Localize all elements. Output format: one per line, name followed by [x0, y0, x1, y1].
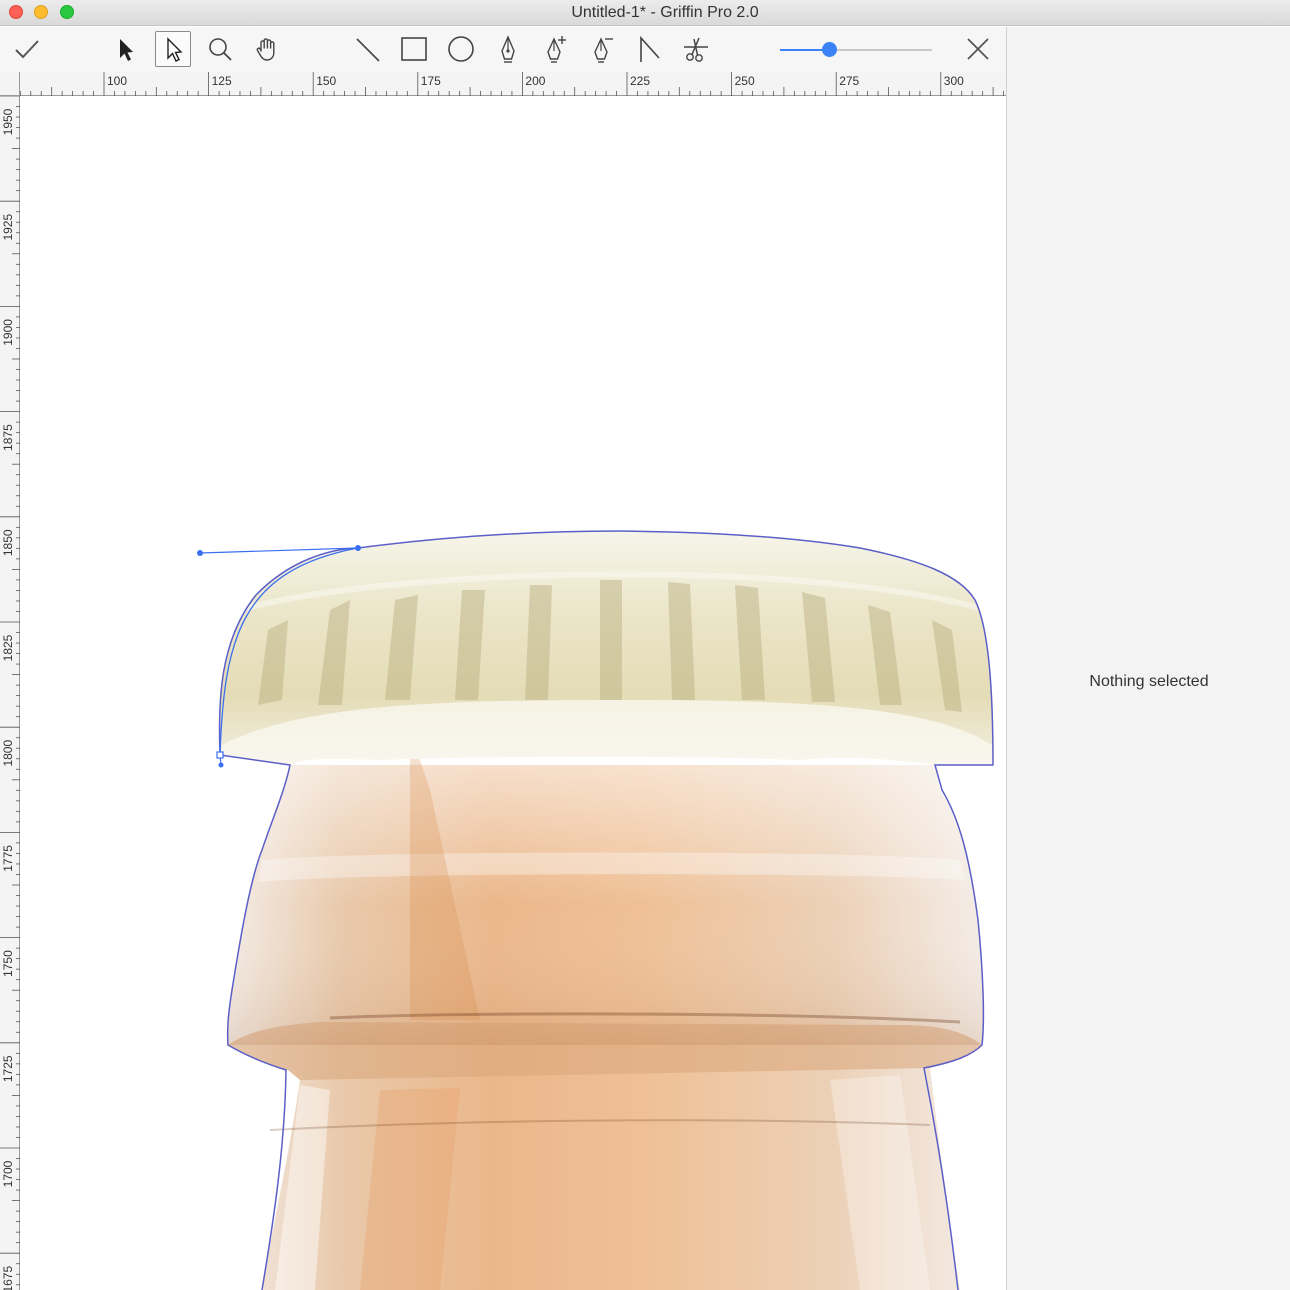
app-window: Untitled-1* - Griffin Pro 2.0 100 125 15…: [0, 0, 1290, 1290]
close-canvas-button[interactable]: [960, 31, 996, 67]
ruler-label: 1900: [1, 319, 15, 346]
title-bar: Untitled-1* - Griffin Pro 2.0: [0, 0, 1290, 26]
direct-selection-tool-button[interactable]: [155, 31, 191, 67]
convert-anchor-point-button[interactable]: [631, 31, 667, 67]
anchor-point[interactable]: [216, 751, 224, 759]
ruler-label: 1750: [1, 950, 15, 977]
zoom-slider-knob[interactable]: [821, 42, 837, 57]
ruler-label: 1700: [1, 1160, 15, 1187]
vertical-ruler-scale: 1950 1925 1900 1875 1850 1825 1800 1775 1750 1725…: [0, 95, 20, 1290]
anchor-point[interactable]: [355, 545, 361, 551]
delete-anchor-point-button[interactable]: [584, 31, 620, 67]
pen-tool-button[interactable]: [490, 31, 526, 67]
ruler-label: 1775: [1, 845, 15, 872]
ruler-label: 275: [839, 74, 859, 88]
ruler-label: 1875: [1, 424, 15, 451]
bezier-control-point[interactable]: [197, 550, 203, 556]
ruler-label: 175: [421, 74, 441, 88]
window-title: Untitled-1* - Griffin Pro 2.0: [571, 4, 759, 21]
ruler-corner: [0, 72, 20, 96]
ruler-label: 250: [735, 74, 755, 88]
ruler-label: 150: [316, 74, 336, 88]
line-tool-button[interactable]: [349, 31, 385, 67]
scissors-icon: [684, 37, 708, 62]
line-tool-icon: [356, 38, 380, 62]
convert-anchor-point-icon: [640, 35, 660, 62]
hand-icon: [256, 38, 275, 61]
ruler-label: 300: [944, 74, 964, 88]
hand-tool-button[interactable]: [249, 31, 285, 67]
ruler-label: 1850: [1, 529, 15, 556]
selection-arrow-icon: [120, 39, 133, 61]
delete-anchor-point-icon: [594, 37, 613, 63]
zoom-icon: [209, 38, 232, 61]
add-anchor-point-button[interactable]: [537, 31, 573, 67]
zoom-slider[interactable]: [780, 42, 932, 57]
vertical-ruler: 1950 1925 1900 1875 1850 1825 1800 1775 1750 1725…: [0, 95, 20, 1290]
horizontal-ruler: 100 125 150 175 200 225 250 275 300: [19, 72, 1006, 96]
zoom-tool-button[interactable]: [202, 31, 238, 67]
ruler-label: 200: [525, 74, 545, 88]
ruler-label: 100: [107, 74, 127, 88]
checkmark-icon: [15, 40, 39, 59]
inspector-panel: Nothing selected: [1006, 27, 1290, 1290]
empty-selection-message: Nothing selected: [1089, 673, 1209, 690]
ruler-label: 1925: [1, 214, 15, 241]
close-icon: [967, 38, 989, 60]
direct-selection-arrow-icon: [167, 37, 183, 62]
ruler-label: 1800: [1, 740, 15, 767]
drawing-canvas[interactable]: [20, 96, 1006, 1290]
ruler-label: 1950: [1, 108, 15, 135]
ruler-label: 1825: [1, 634, 15, 661]
confirm-button[interactable]: [9, 31, 45, 67]
ellipse-tool-icon: [448, 36, 474, 62]
rectangle-tool-button[interactable]: [396, 31, 432, 67]
ellipse-tool-button[interactable]: [443, 31, 479, 67]
add-anchor-point-icon: [547, 36, 566, 63]
ruler-label: 225: [630, 74, 650, 88]
ruler-label: 1725: [1, 1055, 15, 1082]
bottle-image: [219, 531, 994, 1290]
ruler-label: 125: [212, 74, 232, 88]
bezier-control-point[interactable]: [218, 762, 224, 768]
toolbar: [0, 27, 1006, 72]
horizontal-ruler-scale: 100 125 150 175 200 225 250 275 300: [19, 72, 1004, 96]
ruler-label: 1675: [1, 1266, 15, 1290]
pen-tool-icon: [501, 35, 515, 63]
artwork: [197, 530, 994, 1290]
selection-tool-button[interactable]: [107, 31, 143, 67]
scissors-tool-button[interactable]: [678, 31, 714, 67]
rectangle-tool-icon: [401, 37, 427, 61]
